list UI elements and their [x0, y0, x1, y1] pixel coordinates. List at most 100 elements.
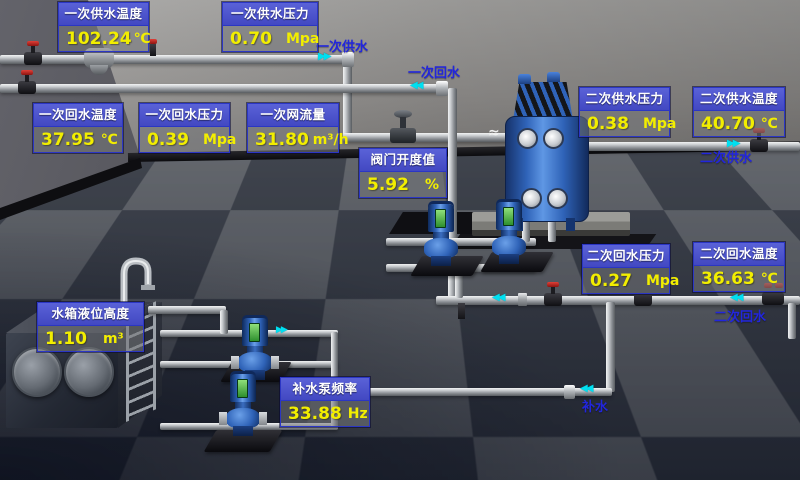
gauge-primary-supply-pressure: 一次供水压力 0.70 Mpa [222, 2, 318, 52]
flow-arrow-left-icon: ◀◀ [410, 81, 421, 91]
gauge-unit: Mpa [203, 132, 236, 148]
gauge-unit: m³ [103, 331, 124, 347]
gauge-secondary-return-temp: 二次回水温度 36.63 ℃ [693, 242, 785, 292]
gauge-value-row: 102.24 ℃ [59, 26, 148, 51]
gauge-tank-level: 水箱液位高度 1.10 m³ [37, 302, 144, 352]
gauge-value-row: 36.63 ℃ [694, 266, 784, 291]
gauge-value: 40.70 [701, 114, 755, 134]
valve-body [750, 139, 768, 152]
pump-foot [233, 426, 253, 436]
valve-handle [21, 70, 33, 75]
valve-body [762, 292, 784, 305]
manual-valve [634, 293, 652, 306]
gauge-label: 一次供水温度 [59, 3, 148, 26]
gauge-unit: ℃ [134, 31, 151, 47]
pipe-primary-supply [0, 55, 352, 64]
manual-valve [762, 292, 784, 305]
gauge-value: 31.80 [255, 130, 309, 150]
gauge-makeup-pump-frequency: 补水泵频率 33.88 Hz [280, 377, 370, 427]
tank-manhole [12, 347, 62, 397]
gauge-value-row: 31.80 m³/h [248, 127, 338, 152]
pump-volute [492, 236, 526, 256]
valve-body [24, 52, 42, 65]
valve-stem [551, 286, 555, 294]
pump-volute [238, 352, 272, 372]
gauge-value: 5.92 [367, 175, 409, 195]
gauge-value: 0.70 [230, 29, 272, 49]
circulation-pump-1[interactable] [424, 204, 458, 266]
heat-exchanger-cap [518, 74, 531, 84]
gauge-value: 33.88 [288, 404, 342, 424]
pipe-label-makeup: 补水 [582, 396, 608, 415]
gauge-primary-return-temp: 一次回水温度 37.95 ℃ [33, 103, 123, 153]
hx-port [521, 188, 542, 209]
makeup-pump-2[interactable] [226, 374, 260, 436]
manual-valve [24, 52, 42, 65]
gauge-value-row: 33.88 Hz [281, 401, 369, 426]
gauge-label: 二次回水压力 [583, 245, 669, 268]
manual-valve [750, 139, 768, 152]
gauge-value-row: 0.27 Mpa [583, 268, 669, 293]
pipe-makeup-riser [606, 302, 615, 392]
hmi-scene: ≈ ▶▶ ◀◀ ▶▶ ◀◀ ◀◀ ◀◀ ▶▶ [0, 0, 800, 480]
heat-exchanger-leg [566, 218, 575, 231]
gauge-label: 一次回水压力 [140, 104, 229, 127]
gauge-value-row: 37.95 ℃ [34, 127, 122, 152]
gauge-value-row: 5.92 % [360, 172, 446, 197]
pump-volute [226, 408, 260, 428]
gauge-valve-opening: 阀门开度值 5.92 % [359, 148, 447, 198]
valve-stem [25, 74, 29, 82]
pump-discharge-flange [271, 356, 279, 369]
pipe-tank-outlet [148, 306, 226, 314]
flow-arrow-left-icon: ◀◀ [730, 293, 741, 303]
sensor-well [150, 44, 156, 56]
hx-port [517, 128, 538, 149]
gauge-value: 36.63 [701, 269, 755, 289]
gauge-unit: ℃ [101, 132, 118, 148]
gauge-value: 102.24 [66, 29, 132, 49]
gauge-label: 二次回水温度 [694, 243, 784, 266]
makeup-pump-1[interactable] [238, 318, 272, 380]
valve-handle [547, 282, 559, 287]
gauge-value: 0.38 [587, 114, 629, 134]
pipe-coupling [518, 293, 527, 306]
pump-foot [431, 256, 451, 266]
gauge-unit: Mpa [643, 116, 676, 132]
gauge-label: 一次供水压力 [223, 3, 317, 26]
flow-arrow-right-icon: ▶▶ [276, 326, 286, 335]
gauge-value-row: 0.70 Mpa [223, 26, 317, 51]
sensor-well [458, 303, 465, 319]
manual-valve [544, 293, 562, 306]
gauge-label: 一次回水温度 [34, 104, 122, 127]
gauge-unit: ℃ [761, 271, 778, 287]
gauge-label: 补水泵频率 [281, 378, 369, 401]
gauge-label: 二次供水温度 [694, 88, 784, 111]
pipe-primary-return [0, 84, 446, 93]
pump-volute [424, 238, 458, 258]
pipe-primary-supply-drop [343, 57, 352, 141]
pipe-to-heat-exchanger [343, 133, 528, 142]
hx-port [547, 188, 568, 209]
manual-valve [18, 81, 36, 94]
circulation-pump-2[interactable] [492, 202, 526, 264]
gauge-unit: % [425, 177, 439, 193]
pipe-secondary-return [436, 296, 800, 305]
pipe-label-secondary-supply: 二次供水 [700, 147, 752, 166]
valve-handle [27, 41, 39, 46]
pipe-label-secondary-return: 二次回水 [714, 306, 766, 325]
pipe-flange [564, 385, 575, 399]
pump-status-indicator [249, 323, 260, 342]
gauge-value-row: 0.38 Mpa [580, 111, 669, 136]
pipe-edge-drop [788, 303, 796, 339]
gauge-unit: Mpa [286, 31, 319, 47]
pump-suction-flange [231, 356, 239, 369]
gauge-label: 水箱液位高度 [38, 303, 143, 326]
control-valve[interactable] [390, 110, 416, 143]
pipe-tank-drop [220, 310, 228, 334]
flow-arrow-left-icon: ◀◀ [492, 293, 503, 303]
valve-body [18, 81, 36, 94]
gauge-secondary-supply-pressure: 二次供水压力 0.38 Mpa [579, 87, 670, 137]
pipe-break-icon: ≈ [488, 126, 500, 140]
pump-status-indicator [435, 209, 446, 228]
valve-stem [31, 45, 35, 53]
